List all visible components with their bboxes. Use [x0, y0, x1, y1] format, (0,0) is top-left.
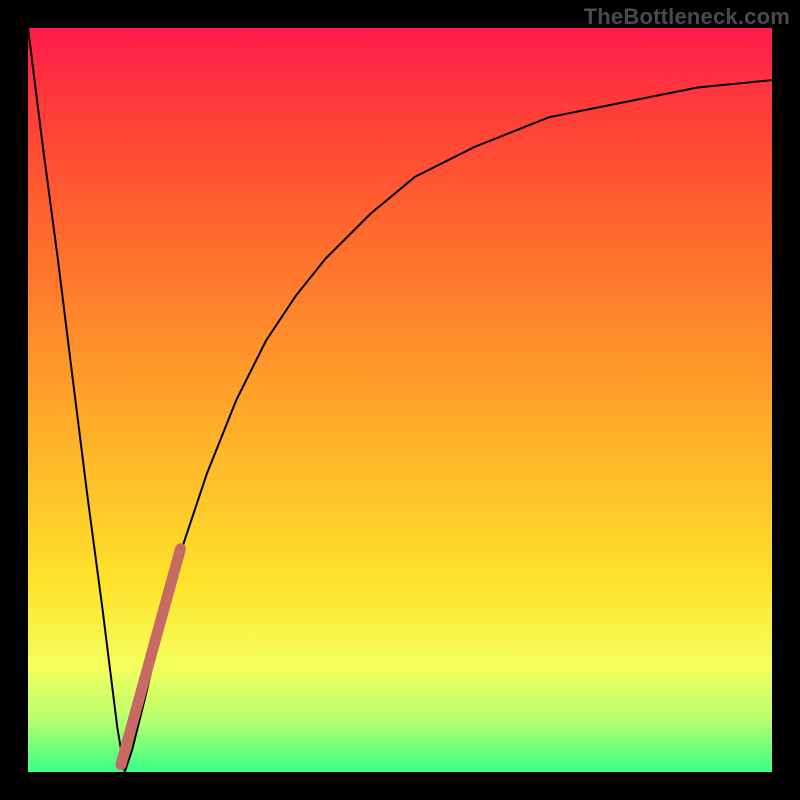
highlight-segment — [121, 549, 181, 765]
chart-svg — [28, 28, 772, 772]
chart-container: TheBottleneck.com — [0, 0, 800, 800]
bottleneck-curve — [28, 28, 772, 772]
plot-area — [28, 28, 772, 772]
watermark-text: TheBottleneck.com — [584, 4, 790, 30]
